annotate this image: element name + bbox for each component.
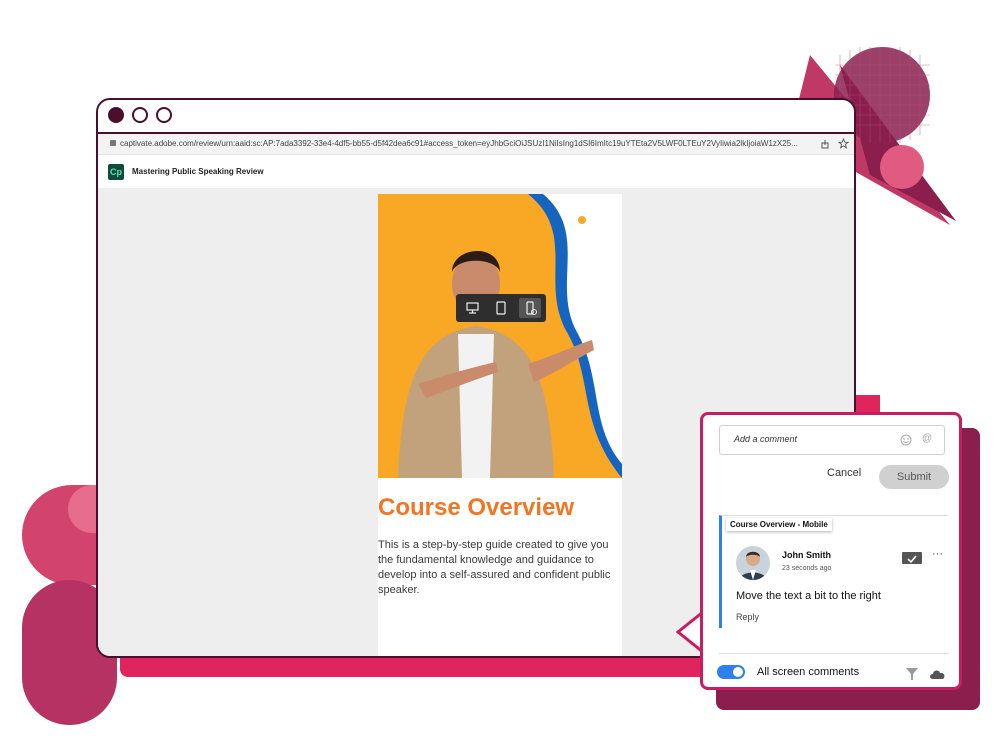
window-maximize-dot[interactable]	[156, 107, 172, 123]
tablet-view-button[interactable]	[490, 298, 512, 318]
desktop-icon	[466, 302, 479, 314]
mobile-view-button[interactable]	[519, 298, 541, 318]
comment-text: Move the text a bit to the right	[736, 590, 881, 602]
window-minimize-dot[interactable]	[132, 107, 148, 123]
mobile-icon	[526, 301, 537, 315]
comment-input-placeholder: Add a comment	[734, 434, 798, 444]
device-toolbar	[456, 294, 546, 322]
captivate-logo: Cp	[108, 164, 124, 180]
resolve-button[interactable]	[902, 552, 922, 564]
project-title: Mastering Public Speaking Review	[132, 167, 264, 176]
all-comments-toggle[interactable]	[717, 665, 745, 679]
decorative-wave	[398, 194, 622, 478]
slide-description: This is a step-by-step guide created to …	[378, 539, 611, 596]
tablet-icon	[496, 301, 506, 315]
comment-input[interactable]: Add a comment @	[719, 425, 945, 455]
all-comments-label: All screen comments	[757, 666, 860, 678]
app-header: Cp Mastering Public Speaking Review	[98, 155, 854, 189]
panel-divider	[719, 653, 949, 654]
lock-icon	[110, 140, 116, 146]
slide-title: Course Overview	[378, 494, 575, 521]
checkmark-icon	[907, 555, 917, 564]
avatar	[736, 546, 770, 580]
slide-hero-image	[378, 194, 622, 478]
filter-icon[interactable]	[905, 667, 919, 681]
user-avatar-icon	[739, 551, 767, 580]
mobile-slide: Course Overview This is a step-by-step g…	[378, 194, 622, 656]
toggle-knob	[733, 667, 743, 677]
address-bar[interactable]: captivate.adobe.com/review/urn:aaid:sc:A…	[98, 134, 854, 155]
url-text: captivate.adobe.com/review/urn:aaid:sc:A…	[120, 139, 798, 148]
star-icon[interactable]	[838, 138, 849, 149]
reply-link[interactable]: Reply	[736, 612, 759, 622]
share-icon[interactable]	[820, 139, 830, 149]
cloud-icon[interactable]	[929, 667, 947, 681]
window-titlebar	[98, 100, 854, 134]
comments-panel: Add a comment @ Cancel Submit Course Ove…	[700, 412, 962, 690]
window-close-dot[interactable]	[108, 107, 124, 123]
comment-timestamp: 23 seconds ago	[782, 565, 832, 572]
submit-button[interactable]: Submit	[879, 465, 949, 489]
emoji-icon[interactable]	[900, 434, 912, 446]
desktop-view-button[interactable]	[461, 298, 483, 318]
mention-icon[interactable]: @	[922, 433, 932, 444]
comment-thread: Course Overview - Mobile John Smith 23 s…	[719, 515, 948, 628]
comment-author: John Smith	[782, 550, 831, 560]
more-options-icon[interactable]: ···	[932, 548, 943, 560]
screen-tag: Course Overview - Mobile	[726, 518, 832, 531]
cancel-button[interactable]: Cancel	[827, 467, 861, 479]
